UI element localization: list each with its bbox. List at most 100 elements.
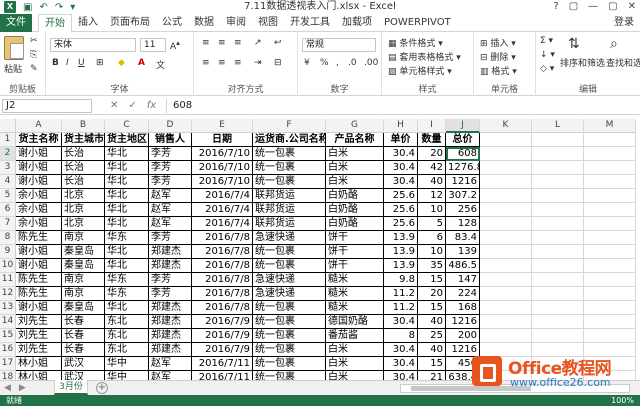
row-header-12[interactable]: 12	[0, 287, 16, 301]
spreadsheet-grid[interactable]: A B C D E F G H I J K L M 1 货主名称 货主城市 货主地区 销售人 日期 运货商.公司名称产…	[0, 119, 640, 380]
column-header-m[interactable]: M	[584, 119, 636, 133]
empty-cell[interactable]	[532, 175, 584, 189]
table-cell[interactable]: 林小姐	[16, 371, 62, 380]
table-cell[interactable]: 华北	[105, 175, 149, 189]
table-cell[interactable]: 25	[418, 329, 446, 343]
empty-cell[interactable]	[584, 259, 636, 273]
row-header-14[interactable]: 14	[0, 315, 16, 329]
table-cell[interactable]: 华北	[105, 245, 149, 259]
table-cell[interactable]: 30.4	[384, 371, 418, 380]
table-cell[interactable]: 统一包裹	[253, 343, 326, 357]
table-cell[interactable]: 林小姐	[16, 357, 62, 371]
row-header-15[interactable]: 15	[0, 329, 16, 343]
table-cell[interactable]: 德国奶酪	[326, 315, 384, 329]
table-cell[interactable]: 256	[446, 203, 480, 217]
insert-cells-button[interactable]: ⊞ 插入 ▾	[480, 36, 516, 49]
table-cell[interactable]: 11.2	[384, 287, 418, 301]
row-header-4[interactable]: 4	[0, 175, 16, 189]
table-cell[interactable]: 168	[446, 301, 480, 315]
table-cell[interactable]: 秦皇岛	[62, 259, 105, 273]
table-cell[interactable]: 2016/7/9	[192, 343, 253, 357]
table-cell[interactable]: 余小姐	[16, 217, 62, 231]
table-cell[interactable]: 40	[418, 175, 446, 189]
header-cell[interactable]: 货主城市	[62, 133, 105, 147]
table-cell[interactable]: 陈先生	[16, 273, 62, 287]
table-cell[interactable]: 统一包裹	[253, 301, 326, 315]
table-cell[interactable]: 华东	[105, 231, 149, 245]
table-cell[interactable]: 秦皇岛	[62, 245, 105, 259]
column-header-a[interactable]: A	[16, 119, 62, 133]
table-cell[interactable]: 13.9	[384, 245, 418, 259]
table-cell[interactable]: 42	[418, 161, 446, 175]
empty-cell[interactable]	[584, 273, 636, 287]
empty-cell[interactable]	[480, 301, 532, 315]
increase-font-icon[interactable]: A▴	[170, 38, 180, 52]
header-cell[interactable]: 货主地区	[105, 133, 149, 147]
italic-button[interactable]: I	[66, 58, 69, 68]
table-cell[interactable]: 急速快递	[253, 287, 326, 301]
decrease-decimal-icon[interactable]: .00	[364, 58, 378, 68]
empty-cell[interactable]	[532, 189, 584, 203]
empty-cell[interactable]	[480, 161, 532, 175]
table-cell[interactable]: 1216	[446, 175, 480, 189]
currency-icon[interactable]: ¥	[304, 58, 310, 68]
header-cell[interactable]: 日期	[192, 133, 253, 147]
table-cell[interactable]: 2016/7/11	[192, 371, 253, 380]
table-cell[interactable]: 谢小姐	[16, 301, 62, 315]
table-cell[interactable]: 10	[418, 203, 446, 217]
column-header-l[interactable]: L	[532, 119, 584, 133]
tab-data[interactable]: 数据	[188, 14, 220, 32]
table-cell[interactable]: 2016/7/8	[192, 245, 253, 259]
border-icon[interactable]: ⊞	[96, 58, 104, 68]
row-header-18[interactable]: 18	[0, 371, 16, 380]
table-cell[interactable]: 谢小姐	[16, 245, 62, 259]
table-cell[interactable]: 华北	[105, 259, 149, 273]
table-cell[interactable]: 2016/7/9	[192, 315, 253, 329]
sort-filter-icon[interactable]: ⇅	[568, 36, 580, 52]
align-top-icon[interactable]: ≡	[202, 38, 210, 48]
copy-icon[interactable]: ⎘	[30, 50, 37, 60]
phonetic-icon[interactable]: 文	[156, 58, 165, 71]
empty-cell[interactable]	[480, 245, 532, 259]
table-cell[interactable]: 赵军	[149, 217, 192, 231]
row-header-8[interactable]: 8	[0, 231, 16, 245]
zoom-level[interactable]: 100%	[611, 395, 634, 406]
table-cell[interactable]: 白奶酪	[326, 189, 384, 203]
empty-cell[interactable]	[532, 315, 584, 329]
column-header-h[interactable]: H	[384, 119, 418, 133]
table-cell[interactable]: 30.4	[384, 315, 418, 329]
select-all-corner[interactable]	[0, 119, 16, 133]
empty-cell[interactable]	[584, 245, 636, 259]
table-cell[interactable]: 40	[418, 315, 446, 329]
fill-icon[interactable]: ↓ ▾	[540, 50, 555, 60]
table-cell[interactable]: 83.4	[446, 231, 480, 245]
table-cell[interactable]: 华北	[105, 217, 149, 231]
table-cell[interactable]: 谢小姐	[16, 259, 62, 273]
conditional-format-button[interactable]: ▦ 条件格式 ▾	[388, 36, 443, 49]
align-middle-icon[interactable]: ≡	[218, 38, 226, 48]
table-cell[interactable]: 2016/7/8	[192, 231, 253, 245]
empty-cell[interactable]	[532, 217, 584, 231]
empty-cell[interactable]	[480, 273, 532, 287]
table-cell[interactable]: 2016/7/8	[192, 273, 253, 287]
row-header-5[interactable]: 5	[0, 189, 16, 203]
table-cell[interactable]: 12	[418, 189, 446, 203]
column-header-f[interactable]: F	[253, 119, 326, 133]
table-cell[interactable]: 长治	[62, 147, 105, 161]
table-cell[interactable]: 联邦货运	[253, 217, 326, 231]
table-cell[interactable]: 608	[446, 147, 480, 161]
empty-cell[interactable]	[584, 329, 636, 343]
empty-cell[interactable]	[584, 315, 636, 329]
row-header-10[interactable]: 10	[0, 259, 16, 273]
row-header-9[interactable]: 9	[0, 245, 16, 259]
row-header-3[interactable]: 3	[0, 161, 16, 175]
header-cell[interactable]: 产品名称	[326, 133, 384, 147]
table-cell[interactable]: 白奶酪	[326, 203, 384, 217]
empty-cell[interactable]	[480, 147, 532, 161]
find-select-icon[interactable]: ⌕	[610, 36, 618, 52]
empty-cell[interactable]	[532, 245, 584, 259]
sheet-tab-march[interactable]: 3月份	[54, 380, 88, 395]
empty-cell[interactable]	[480, 189, 532, 203]
table-cell[interactable]: 谢小姐	[16, 175, 62, 189]
empty-cell[interactable]	[480, 217, 532, 231]
